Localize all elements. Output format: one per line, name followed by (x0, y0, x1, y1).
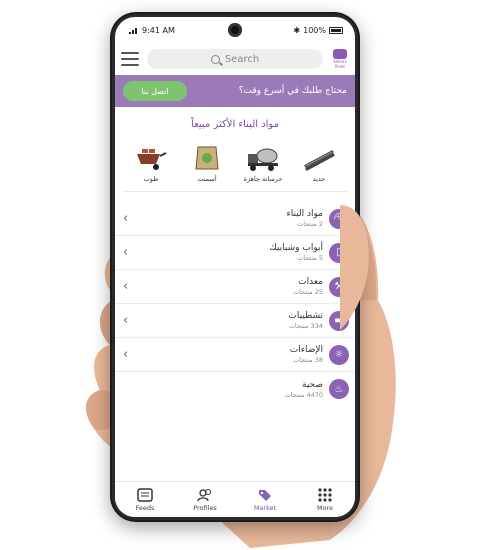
chevron-left-icon: ‹ (123, 245, 129, 260)
bricks-wheelbarrow-icon (137, 149, 167, 170)
nav-label: Profiles (193, 503, 217, 512)
chevron-left-icon: ‹ (123, 279, 129, 294)
status-bar: 9:41 AM ✱ 100% (115, 17, 355, 43)
app-logo[interactable]: Sellers Point (331, 49, 349, 69)
best-seller-label: حديد (312, 175, 326, 183)
status-left: 9:41 AM (129, 26, 175, 35)
best-seller-bricks[interactable]: طوب (126, 144, 176, 183)
row-content: تشطيبات 334 منتجات ▬ (288, 310, 349, 331)
app-header: Search Sellers Point (115, 43, 355, 75)
promo-banner: اتصل بنا محتاج طلبك في أسرع وقت؟ (115, 75, 355, 107)
best-seller-steel[interactable]: حديد (294, 144, 344, 183)
status-right: ✱ 100% (293, 26, 343, 35)
steel-bars-icon (304, 150, 335, 171)
hamburger-menu-icon[interactable] (121, 52, 139, 66)
row-title: الإضاءات (289, 345, 323, 355)
category-list: ‹ مواد البناء 2 منتجات ⛏ ‹ أبواب وشبابيك (115, 198, 355, 406)
best-seller-cement[interactable]: أسمنت (182, 144, 232, 183)
paint-roller-icon: ▬ (329, 310, 349, 331)
row-content: صحية 4470 منتجات ♨ (285, 379, 349, 399)
bottom-navigation: Feeds Profiles Market More (115, 481, 355, 517)
best-seller-concrete[interactable]: خرسانة جاهزة (238, 144, 288, 183)
lightbulb-icon: ☼ (329, 344, 349, 365)
nav-label: Feeds (135, 503, 155, 512)
bluetooth-icon: ✱ (293, 25, 301, 35)
row-content: الإضاءات 38 منتجات ☼ (290, 344, 349, 365)
category-row-finishes[interactable]: ‹ تشطيبات 334 منتجات ▬ (115, 304, 355, 338)
excavator-icon: ⛏ (329, 208, 349, 229)
tools-icon: ⚒ (329, 276, 349, 297)
row-content: أبواب وشبابيك 5 منتجات ▯ (269, 242, 349, 263)
concrete-mixer-icon (248, 148, 278, 171)
best-seller-label: طوب (143, 175, 159, 183)
feeds-icon (137, 487, 153, 502)
chevron-left-icon: ‹ (123, 211, 129, 226)
nav-profiles[interactable]: Profiles (181, 488, 229, 512)
category-row-lighting[interactable]: ‹ الإضاءات 38 منتجات ☼ (115, 338, 355, 372)
search-icon (210, 54, 220, 64)
best-sellers-list: حديد خرسانة جاهزة أسمنت طوب (123, 144, 347, 183)
row-title: أبواب وشبابيك (269, 243, 323, 253)
category-row-sanitary[interactable]: ‹ صحية 4470 منتجات ♨ (115, 372, 355, 406)
grid-more-icon (317, 487, 333, 502)
best-seller-label: خرسانة جاهزة (243, 175, 283, 183)
phone-frame: 9:41 AM ✱ 100% Search Sellers Point اتصل… (110, 12, 360, 522)
row-count: 38 منتجات (292, 356, 323, 364)
contact-us-button[interactable]: اتصل بنا (123, 81, 187, 101)
chevron-left-icon: ‹ (123, 347, 129, 362)
row-content: مواد البناء 2 منتجات ⛏ (287, 208, 349, 229)
row-count: 25 منتجات (292, 288, 323, 296)
row-content: معدات 25 منتجات ⚒ (293, 276, 349, 297)
row-title: معدات (298, 277, 323, 287)
category-row-building-materials[interactable]: ‹ مواد البناء 2 منتجات ⛏ (115, 202, 355, 236)
category-row-doors-windows[interactable]: ‹ أبواب وشبابيك 5 منتجات ▯ (115, 236, 355, 270)
row-title: صحية (302, 379, 323, 390)
row-text: تشطيبات 334 منتجات (288, 311, 323, 330)
section-divider (123, 191, 347, 192)
promo-text: محتاج طلبك في أسرع وقت؟ (238, 86, 347, 96)
row-count: 5 منتجات (297, 254, 323, 262)
market-tag-icon (257, 488, 273, 502)
row-count: 4470 منتجات (284, 390, 323, 399)
row-text: الإضاءات 38 منتجات (290, 345, 323, 364)
search-placeholder: Search (224, 53, 260, 65)
nav-more[interactable]: More (301, 487, 349, 512)
nav-market[interactable]: Market (241, 488, 289, 512)
battery-percent: 100% (303, 25, 326, 35)
cement-bag-icon (195, 146, 219, 170)
row-title: تشطيبات (288, 311, 323, 321)
row-text: أبواب وشبابيك 5 منتجات (269, 243, 323, 262)
logo-text: Sellers Point (333, 59, 347, 69)
battery-icon (329, 26, 343, 34)
logo-mark (333, 49, 347, 59)
category-row-equipment[interactable]: ‹ معدات 25 منتجات ⚒ (115, 270, 355, 304)
front-camera (228, 23, 242, 37)
row-text: مواد البناء 2 منتجات (287, 209, 324, 228)
signal-icon (129, 27, 139, 34)
best-sellers-section: مواد البناء الأكثر مبيعاً حديد خرسانة جا… (115, 107, 355, 198)
row-title: مواد البناء (286, 209, 324, 219)
search-input[interactable]: Search (147, 49, 323, 69)
row-text: صحية 4470 منتجات (285, 380, 323, 399)
row-count: 334 منتجات (288, 322, 323, 330)
status-time: 9:41 AM (142, 25, 175, 35)
profiles-icon (197, 488, 213, 502)
best-sellers-title: مواد البناء الأكثر مبيعاً (191, 119, 279, 130)
product-photo: 9:41 AM ✱ 100% Search Sellers Point اتصل… (0, 0, 500, 550)
nav-label: More (316, 503, 334, 512)
row-text: معدات 25 منتجات (293, 277, 323, 296)
app-screen: 9:41 AM ✱ 100% Search Sellers Point اتصل… (115, 17, 355, 517)
nav-label: Market (253, 503, 277, 512)
row-count: 2 منتجات (297, 220, 323, 228)
nav-feeds[interactable]: Feeds (121, 487, 169, 512)
door-icon: ▯ (329, 242, 349, 263)
best-seller-label: أسمنت (197, 175, 217, 183)
faucet-icon: ♨ (329, 379, 349, 399)
chevron-left-icon: ‹ (123, 313, 129, 328)
